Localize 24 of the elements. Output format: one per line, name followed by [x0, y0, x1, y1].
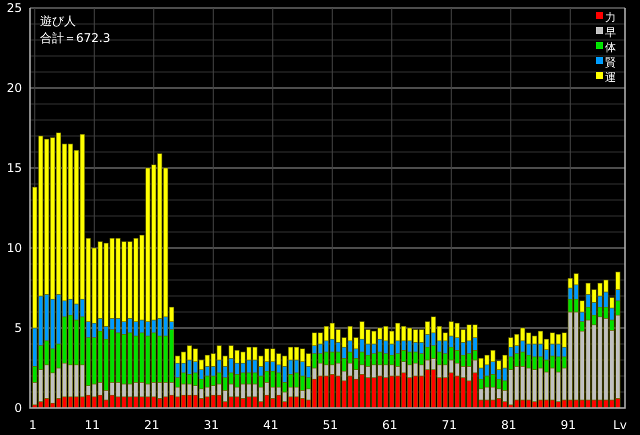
- x-tick-label: 11: [84, 418, 100, 432]
- x-axis-label: Lv: [613, 418, 627, 432]
- x-tick-label: 51: [322, 418, 338, 432]
- x-tick-label: 1: [28, 418, 37, 432]
- chart-title: 遊び人: [40, 14, 76, 28]
- y-tick-label: 25: [6, 1, 22, 15]
- legend-label: 運: [605, 71, 616, 84]
- x-tick-label: 31: [204, 418, 219, 432]
- x-tick-label: 21: [144, 418, 160, 432]
- x-tick-label: 71: [442, 418, 457, 432]
- y-tick-label: 20: [6, 81, 22, 95]
- legend-label: 賢: [605, 56, 616, 69]
- legend-label: 早: [605, 26, 616, 39]
- legend-label: 力: [605, 11, 616, 24]
- y-tick-label: 0: [14, 401, 22, 415]
- y-tick-label: 15: [6, 161, 22, 175]
- total-label: 合計＝672.3: [40, 31, 110, 45]
- x-tick-label: 81: [501, 418, 516, 432]
- x-tick-label: 61: [382, 418, 398, 432]
- x-tick-label: 91: [560, 418, 576, 432]
- y-tick-label: 5: [14, 321, 22, 335]
- x-tick-label: 41: [263, 418, 278, 432]
- y-tick-label: 10: [6, 241, 22, 255]
- legend-label: 体: [605, 41, 616, 54]
